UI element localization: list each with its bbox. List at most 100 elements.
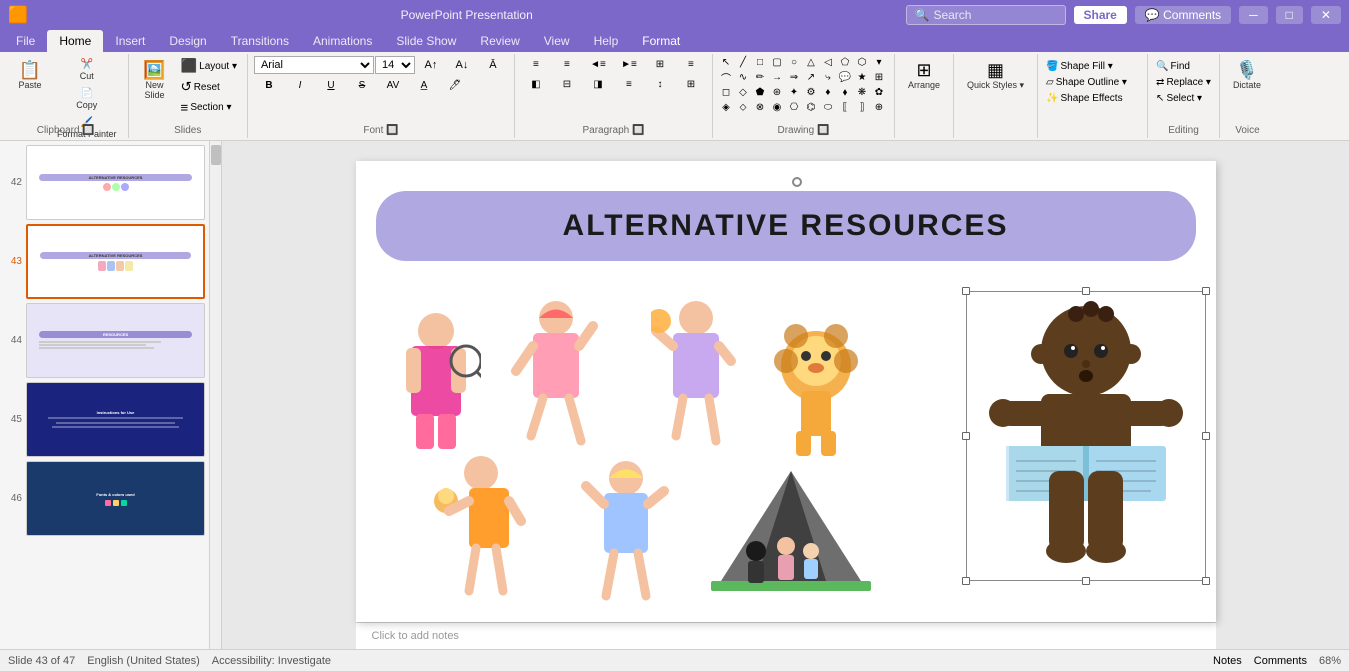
shape-curve[interactable]: ∿ [736, 71, 750, 83]
rotate-handle[interactable] [792, 177, 802, 187]
columns-button[interactable]: ⊞ [645, 56, 675, 73]
shape-t4[interactable]: ⊛ [770, 86, 784, 98]
slide-preview-44[interactable]: RESOURCES [26, 303, 205, 378]
maximize-button[interactable]: □ [1276, 6, 1303, 24]
scroll-thumb[interactable] [211, 145, 221, 165]
handle-tm[interactable] [1082, 287, 1090, 295]
shape-b1[interactable]: ◈ [719, 101, 733, 113]
tab-home[interactable]: Home [47, 30, 103, 52]
char-spacing-button[interactable]: AV [378, 77, 408, 94]
shape-conn3[interactable]: ↗ [804, 71, 818, 83]
shape-rect[interactable]: □ [753, 56, 767, 68]
strikethrough-button[interactable]: S [347, 77, 377, 94]
slides-panel[interactable]: 42 ALTERNATIVE RESOURCES 43 ALTERNATIVE … [0, 141, 210, 670]
shape-b9[interactable]: ⟧ [855, 101, 869, 113]
notes-button[interactable]: Notes [1213, 655, 1242, 667]
shape-star[interactable]: ★ [855, 71, 869, 83]
shape-block[interactable]: ⊞ [872, 71, 886, 83]
tab-transitions[interactable]: Transitions [219, 30, 301, 52]
bullets-button[interactable]: ≡ [521, 56, 551, 73]
shape-b10[interactable]: ⊕ [872, 101, 886, 113]
share-button[interactable]: Share [1074, 6, 1127, 24]
copy-button[interactable]: 📄 Copy [52, 85, 122, 113]
shape-b6[interactable]: ⌬ [804, 101, 818, 113]
underline-button[interactable]: U [316, 77, 346, 94]
shape-freeform[interactable]: ✏ [753, 71, 767, 83]
section-button[interactable]: ≡ Section ▾ [177, 98, 241, 117]
shape-conn2[interactable]: ⇒ [787, 71, 801, 83]
numbering-button[interactable]: ≡ [552, 56, 582, 73]
tab-help[interactable]: Help [582, 30, 631, 52]
close-button[interactable]: ✕ [1311, 6, 1341, 24]
shape-t9[interactable]: ❋ [855, 86, 869, 98]
find-button[interactable]: 🔍 Find [1154, 60, 1192, 73]
shape-triangle[interactable]: △ [804, 56, 818, 68]
shape-arc[interactable]: ⌒ [719, 71, 733, 83]
notes-bar[interactable]: Click to add notes [356, 622, 1216, 650]
shape-t10[interactable]: ✿ [872, 86, 886, 98]
indent-less-button[interactable]: ◄≡ [583, 56, 613, 73]
font-size-select[interactable]: 14 [375, 56, 415, 74]
slide-preview-46[interactable]: Fonts & colors used [26, 461, 205, 536]
handle-bl[interactable] [962, 577, 970, 585]
slide-preview-42[interactable]: ALTERNATIVE RESOURCES [26, 145, 205, 220]
replace-button[interactable]: ⇄ Replace ▾ [1154, 76, 1213, 89]
text-direction-button[interactable]: ↕ [645, 76, 675, 93]
handle-tr[interactable] [1202, 287, 1210, 295]
shape-b3[interactable]: ⊗ [753, 101, 767, 113]
handle-br[interactable] [1202, 577, 1210, 585]
select-button[interactable]: ↖ Select ▾ [1154, 92, 1204, 105]
arrange-button[interactable]: ⊞ Arrange [901, 56, 947, 95]
shape-hex[interactable]: ⬡ [855, 56, 869, 68]
shape-callout[interactable]: 💬 [838, 71, 852, 83]
shape-t7[interactable]: ♦ [821, 86, 835, 98]
quick-styles-button[interactable]: ▦ Quick Styles ▾ [960, 56, 1031, 96]
shape-conn4[interactable]: ⤷ [821, 71, 835, 83]
shape-t3[interactable]: ⬟ [753, 86, 767, 98]
shape-b7[interactable]: ⬭ [821, 101, 835, 113]
tab-view[interactable]: View [532, 30, 582, 52]
handle-bm[interactable] [1082, 577, 1090, 585]
bold-button[interactable]: B [254, 77, 284, 94]
clear-format-button[interactable]: Ā [478, 56, 508, 74]
tab-animations[interactable]: Animations [301, 30, 384, 52]
justify-button[interactable]: ≡ [614, 76, 644, 93]
align-center-button[interactable]: ⊟ [552, 76, 582, 93]
paste-button[interactable]: 📋 Paste [10, 56, 50, 95]
shape-b2[interactable]: ⬦ [736, 101, 750, 113]
dictate-button[interactable]: 🎙️ Dictate [1226, 56, 1268, 95]
handle-ml[interactable] [962, 432, 970, 440]
tab-format[interactable]: Format [630, 30, 692, 52]
tab-file[interactable]: File [4, 30, 47, 52]
tab-review[interactable]: Review [468, 30, 531, 52]
handle-mr[interactable] [1202, 432, 1210, 440]
shape-cursor[interactable]: ↖ [719, 56, 733, 68]
slide-thumb-45[interactable]: 45 Instructions for Use [4, 382, 205, 457]
slide-thumb-44[interactable]: 44 RESOURCES [4, 303, 205, 378]
shape-fill-button[interactable]: 🪣 Shape Fill ▾ [1044, 60, 1115, 73]
slide-preview-45[interactable]: Instructions for Use [26, 382, 205, 457]
new-slide-button[interactable]: 🖼️ NewSlide [135, 56, 175, 105]
font-family-select[interactable]: Arial [254, 56, 374, 74]
layout-button[interactable]: ⬛ Layout ▾ [177, 56, 241, 76]
accessibility[interactable]: Accessibility: Investigate [212, 655, 331, 667]
selected-image-container[interactable] [966, 291, 1206, 581]
indent-more-button[interactable]: ►≡ [614, 56, 644, 73]
search-box[interactable]: 🔍 Search [906, 5, 1066, 25]
shape-t2[interactable]: ◇ [736, 86, 750, 98]
shape-b5[interactable]: ⎔ [787, 101, 801, 113]
comments-status-button[interactable]: Comments [1254, 655, 1307, 667]
handle-tl[interactable] [962, 287, 970, 295]
tab-insert[interactable]: Insert [103, 30, 157, 52]
shape-pentagon[interactable]: ⬠ [838, 56, 852, 68]
line-spacing-button[interactable]: ≡ [676, 56, 706, 73]
slide-thumb-46[interactable]: 46 Fonts & colors used [4, 461, 205, 536]
minimize-button[interactable]: ─ [1239, 6, 1268, 24]
shape-outline-button[interactable]: ▱ Shape Outline ▾ [1044, 76, 1129, 89]
shape-line[interactable]: ╱ [736, 56, 750, 68]
increase-font-button[interactable]: A↑ [416, 56, 446, 74]
shape-effects-button[interactable]: ✨ Shape Effects [1044, 92, 1125, 105]
shape-t5[interactable]: ✦ [787, 86, 801, 98]
shape-rtriangle[interactable]: ◁ [821, 56, 835, 68]
tab-design[interactable]: Design [157, 30, 218, 52]
